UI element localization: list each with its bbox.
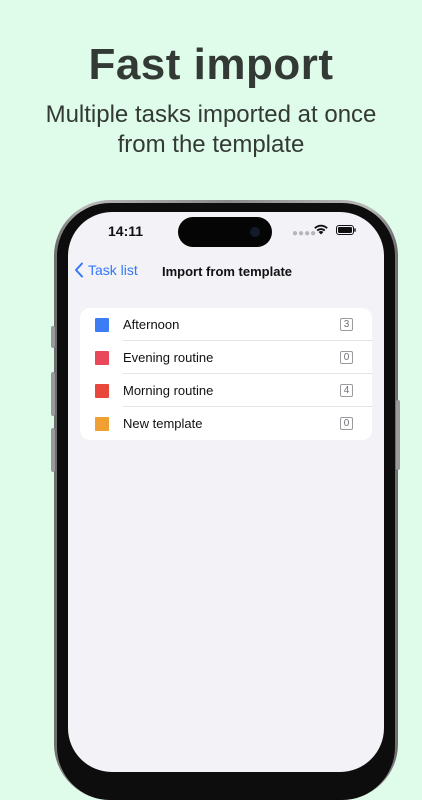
task-count-badge: 4 (340, 384, 353, 397)
dynamic-island (178, 217, 272, 247)
list-item[interactable]: Afternoon 3 (80, 308, 372, 341)
list-item[interactable]: New template 0 (80, 407, 372, 440)
template-name: Afternoon (123, 317, 180, 332)
battery-icon (336, 225, 356, 235)
back-button-label: Task list (88, 262, 138, 278)
status-bar: 14:11 ●●●● (68, 212, 384, 252)
template-name: New template (123, 416, 203, 431)
color-swatch-icon (95, 384, 109, 398)
phone-action-button (51, 326, 55, 348)
front-camera-icon (250, 227, 260, 237)
template-name: Evening routine (123, 350, 214, 365)
color-swatch-icon (95, 318, 109, 332)
wifi-icon (314, 224, 328, 235)
phone-volume-up-button (51, 372, 55, 416)
promo-subheadline: Multiple tasks imported at once from the… (20, 100, 402, 160)
promo-headline: Fast import (88, 40, 334, 89)
navigation-bar: Task list Import from template (68, 252, 384, 292)
list-item[interactable]: Morning routine 4 (80, 374, 372, 407)
phone-screen: 14:11 ●●●● Task list Import from templat… (68, 212, 384, 772)
promo-subheadline-line1: Multiple tasks imported at once (45, 101, 377, 128)
back-button[interactable]: Task list (74, 258, 138, 282)
promo-subheadline-line2: from the template (117, 131, 305, 158)
color-swatch-icon (95, 417, 109, 431)
color-swatch-icon (95, 351, 109, 365)
template-list: Afternoon 3 Evening routine 0 Morning ro… (80, 308, 372, 440)
list-item[interactable]: Evening routine 0 (80, 341, 372, 374)
nav-title: Import from template (162, 264, 293, 279)
chevron-left-icon (75, 262, 83, 278)
task-count-badge: 3 (340, 318, 353, 331)
task-count-badge: 0 (340, 417, 353, 430)
template-name: Morning routine (123, 383, 214, 398)
phone-power-button (396, 400, 400, 470)
phone-volume-down-button (51, 428, 55, 472)
status-time: 14:11 (108, 223, 144, 239)
task-count-badge: 0 (340, 351, 353, 364)
